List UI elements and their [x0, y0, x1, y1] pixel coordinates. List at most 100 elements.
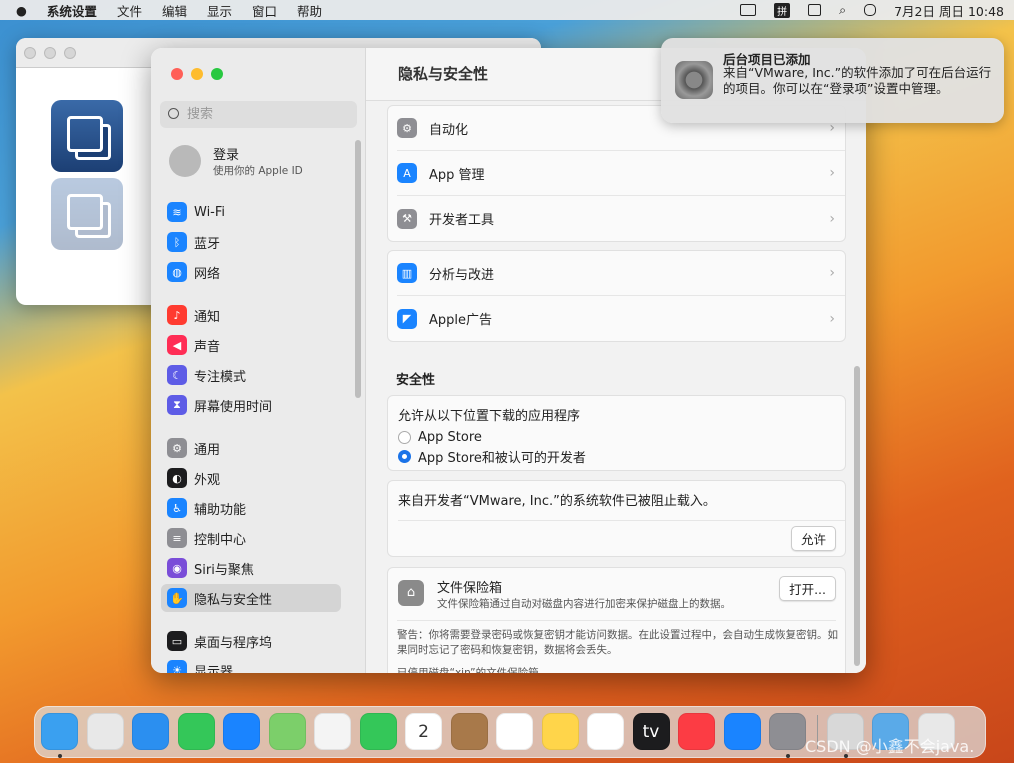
allow-label: 允许从以下位置下载的应用程序 — [398, 409, 581, 424]
sidebar-item-label: 屏幕使用时间 — [194, 399, 273, 415]
gear-icon: ⚙ — [397, 118, 417, 138]
sidebar-item-gear[interactable]: ⚙ 通用 — [161, 434, 341, 462]
stage-manager-icon[interactable] — [808, 4, 822, 16]
screen-mirroring-icon[interactable] — [740, 4, 757, 16]
dock-photos-icon[interactable] — [314, 713, 351, 750]
row-label: 开发者工具 — [429, 213, 495, 228]
spotlight-icon[interactable]: ⌕ — [839, 2, 846, 18]
sidebar-item-hourglass[interactable]: ⧗ 屏幕使用时间 — [161, 391, 341, 419]
dock-safari-icon[interactable] — [132, 713, 169, 750]
menu-edit[interactable]: 编辑 — [162, 1, 187, 20]
sidebar-item-label: 通用 — [194, 442, 221, 458]
sidebar-item-sun[interactable]: ☀ 显示器 — [161, 656, 341, 673]
filevault-group: ⌂ 文件保险箱 文件保险箱通过自动对磁盘内容进行加密来保护磁盘上的数据。 打开.… — [387, 567, 846, 673]
sidebar-item-login[interactable]: 登录 使用你的 Apple ID — [161, 143, 341, 179]
blocked-software-group: 来自开发者“VMware, Inc.”的系统软件已被阻止载入。 允许 — [387, 480, 846, 557]
chart-icon: ▥ — [397, 263, 417, 283]
sidebar-item-appearance[interactable]: ◐ 外观 — [161, 464, 341, 492]
zoom-button[interactable] — [211, 68, 223, 80]
wifi-icon: ≋ — [167, 202, 187, 222]
sidebar-item-label: 蓝牙 — [194, 236, 221, 252]
menu-help[interactable]: 帮助 — [297, 1, 322, 20]
sidebar-item-bell[interactable]: ♪ 通知 — [161, 301, 341, 329]
sidebar-item-bluetooth[interactable]: ᛒ 蓝牙 — [161, 228, 341, 256]
divider — [397, 620, 836, 621]
login-subtitle: 使用你的 Apple ID — [213, 165, 303, 177]
filevault-turn-on-button[interactable]: 打开... — [779, 576, 836, 601]
apple-menu-icon[interactable]: ● — [16, 3, 27, 18]
input-method-icon[interactable]: 拼 — [774, 2, 791, 18]
row-hammer[interactable]: ⚒ 开发者工具 › — [397, 196, 845, 241]
security-heading: 安全性 — [396, 373, 436, 388]
bell-icon: ♪ — [167, 305, 187, 325]
sidebar-item-hand[interactable]: ✋ 隐私与安全性 — [161, 584, 341, 612]
dock-calendar-icon[interactable]: 2 — [405, 713, 442, 750]
close-button[interactable] — [24, 47, 36, 59]
content-scrollbar[interactable] — [854, 366, 860, 666]
minimize-button[interactable] — [44, 47, 56, 59]
sidebar-item-accessibility[interactable]: ♿ 辅助功能 — [161, 494, 341, 522]
dock-maps-icon[interactable] — [268, 713, 306, 750]
radio-button[interactable] — [398, 431, 411, 444]
minimize-button[interactable] — [191, 68, 203, 80]
control-center-icon[interactable] — [864, 4, 877, 16]
menu-view[interactable]: 显示 — [207, 1, 232, 20]
sidebar-item-label: 网络 — [194, 266, 221, 282]
dock-notes-icon[interactable] — [541, 713, 579, 750]
radio-app-store-identified[interactable]: App Store和被认可的开发者 — [398, 447, 845, 466]
sidebar-item-wifi[interactable]: ≋ Wi-Fi — [161, 198, 341, 226]
menu-window[interactable]: 窗口 — [252, 1, 277, 20]
dock-mail-icon[interactable] — [223, 713, 260, 750]
sidebar-scrollbar[interactable] — [355, 140, 361, 398]
privacy-group: ⚙ 自动化 › A App 管理 › ⚒ 开发者工具 › — [387, 105, 846, 242]
sidebar-item-siri[interactable]: ◉ Siri与聚焦 — [161, 554, 341, 582]
chevron-right-icon: › — [829, 210, 835, 227]
system-settings-window: 搜索 登录 使用你的 Apple ID ≋ Wi-Fi ᛒ 蓝牙 ◍ 网络 ♪ 通知 ◀ 声音 ☾ 专注… — [151, 48, 866, 673]
hand-icon: ✋ — [167, 588, 187, 608]
clock[interactable]: 7月2日 周日 10:48 — [894, 1, 1004, 20]
dock-app-store-icon[interactable] — [723, 713, 761, 750]
sidebar-item-globe[interactable]: ◍ 网络 — [161, 258, 341, 286]
dock-freeform-icon[interactable] — [587, 713, 624, 750]
dock-tv-icon[interactable]: tv — [632, 713, 670, 750]
radio-button-selected[interactable] — [398, 450, 411, 463]
sidebar-item-label: 隐私与安全性 — [194, 592, 273, 608]
sidebar-item-label: 专注模式 — [194, 369, 247, 385]
zoom-button[interactable] — [64, 47, 76, 59]
sidebar-item-desktop[interactable]: ▭ 桌面与程序坞 — [161, 627, 341, 655]
menu-file[interactable]: 文件 — [117, 1, 142, 20]
vmware-icon — [51, 100, 123, 172]
dock-music-icon[interactable] — [678, 713, 715, 750]
sidebar-item-label: Wi-Fi — [194, 204, 226, 220]
search-input[interactable]: 搜索 — [160, 101, 357, 128]
row-app-store[interactable]: A App 管理 › — [397, 151, 845, 196]
blocked-text: 来自开发者“VMware, Inc.”的系统软件已被阻止载入。 — [398, 490, 845, 521]
sidebar-item-speaker[interactable]: ◀ 声音 — [161, 331, 341, 359]
row-chart[interactable]: ▥ 分析与改进 › — [397, 251, 845, 296]
menu-app[interactable]: 系统设置 — [47, 1, 97, 20]
dock-reminders-icon[interactable] — [496, 713, 533, 750]
radio-app-store[interactable]: App Store — [398, 428, 845, 447]
dock-facetime-icon[interactable] — [359, 713, 397, 750]
dock-system-settings-icon[interactable] — [769, 713, 806, 750]
sidebar-item-label: Siri与聚焦 — [194, 562, 254, 578]
sidebar-item-moon[interactable]: ☾ 专注模式 — [161, 361, 341, 389]
sidebar-item-label: 控制中心 — [194, 532, 247, 548]
sun-icon: ☀ — [167, 660, 187, 673]
dock-messages-icon[interactable] — [177, 713, 215, 750]
filevault-desc: 文件保险箱通过自动对磁盘内容进行加密来保护磁盘上的数据。 — [437, 598, 731, 610]
close-button[interactable] — [171, 68, 183, 80]
dock-finder-icon[interactable] — [41, 713, 78, 750]
row-megaphone[interactable]: ◤ Apple广告 › — [397, 296, 845, 341]
app-store-icon: A — [397, 163, 417, 183]
speaker-icon: ◀ — [167, 335, 187, 355]
sidebar-item-switches[interactable]: ≡ 控制中心 — [161, 524, 341, 552]
dock-launchpad-icon[interactable] — [86, 713, 124, 750]
radio-label: App Store和被认可的开发者 — [418, 451, 586, 466]
menu-bar: ● 系统设置 文件 编辑 显示 窗口 帮助 拼 ⌕ 7月2日 周日 10:48 — [0, 0, 1014, 20]
appearance-icon: ◐ — [167, 468, 187, 488]
dock-contacts-icon[interactable] — [450, 713, 488, 750]
sidebar-item-label: 通知 — [194, 309, 221, 325]
allow-button[interactable]: 允许 — [790, 526, 836, 551]
notification-banner[interactable]: 后台项目已添加 来自“VMware, Inc.”的软件添加了可在后台运行的项目。… — [661, 38, 1004, 123]
